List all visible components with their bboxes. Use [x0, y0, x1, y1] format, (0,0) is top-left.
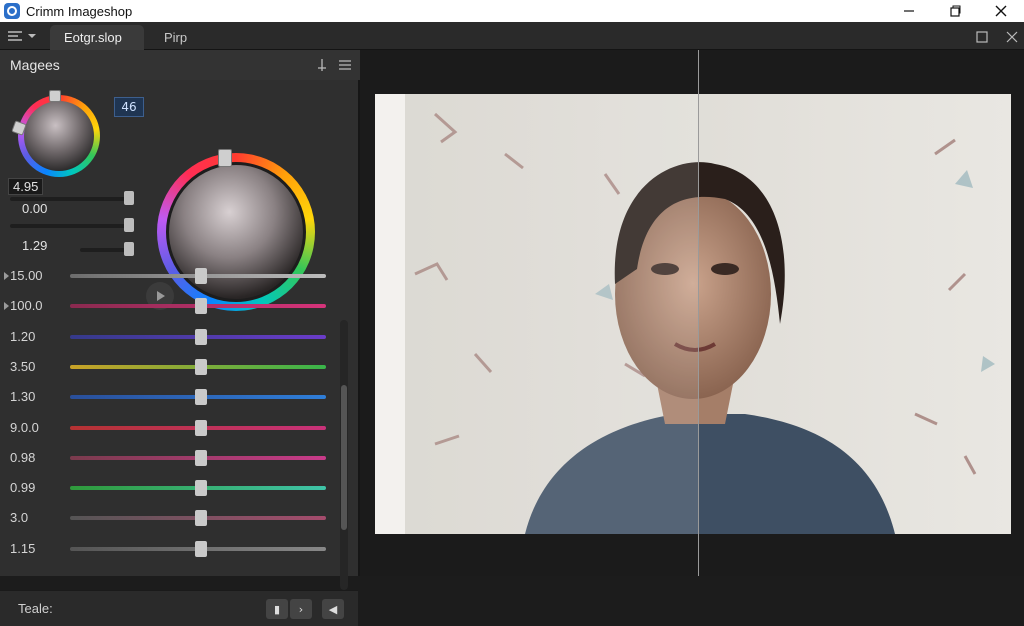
slider-thumb[interactable] [194, 540, 207, 557]
slider-thumb[interactable] [194, 328, 207, 345]
adjustment-slider[interactable] [70, 268, 326, 284]
slider-thumb[interactable] [194, 389, 207, 406]
app-title: Crimm Imageshop [26, 3, 133, 19]
adjustment-slider[interactable] [70, 449, 326, 466]
tab-eotgr[interactable]: Eotgr.slop [50, 25, 144, 50]
large-wheel-handle[interactable] [218, 149, 232, 167]
slider-row-label: 0.98 [10, 449, 36, 465]
slider-thumb[interactable] [194, 480, 207, 497]
panel-header: Magees [0, 50, 360, 80]
footer-next-button[interactable]: › [290, 599, 312, 619]
tab-close-icon[interactable] [1006, 28, 1018, 47]
restore-icon[interactable] [976, 28, 988, 47]
adjustment-slider[interactable] [70, 328, 326, 345]
slider-row-label: 1.20 [10, 328, 36, 344]
title-bar: Crimm Imageshop [0, 0, 1024, 22]
slider-row-label: 1.30 [10, 389, 36, 405]
adjustment-slider[interactable] [70, 510, 326, 527]
slider-thumb[interactable] [194, 449, 207, 466]
top-value-field[interactable]: 4.95 [8, 178, 44, 195]
tab-label: Eotgr.slop [64, 30, 122, 45]
before-after-divider[interactable] [698, 50, 699, 576]
slider-row-label: 0.99 [10, 480, 36, 496]
panel-footer: Teale: ▮ › ◀ [0, 590, 358, 626]
slider-thumb[interactable] [194, 358, 207, 375]
app-icon [4, 3, 20, 19]
slider-thumb[interactable] [194, 510, 207, 527]
footer-label: Teale: [18, 601, 53, 616]
expand-caret-icon[interactable] [4, 272, 9, 280]
slider-row-label: 100.0 [10, 298, 43, 314]
tab-label: Pirp [164, 30, 188, 45]
top-slider-3[interactable] [80, 242, 134, 256]
expand-caret-icon[interactable] [4, 302, 9, 311]
adjustment-slider[interactable] [70, 298, 326, 315]
footer-sound-button[interactable]: ◀ [322, 599, 344, 619]
small-color-wheel[interactable] [11, 90, 100, 177]
close-icon[interactable] [978, 0, 1024, 22]
top-value-2: 0.00 [22, 201, 48, 216]
slider-row-label: 3.0 [10, 510, 29, 526]
canvas-area[interactable] [360, 50, 1024, 576]
slider-row-label: 1.15 [10, 540, 36, 556]
list-icon[interactable] [338, 57, 352, 76]
adjustment-slider[interactable] [70, 358, 326, 375]
tab-pirp[interactable]: Pirp [150, 25, 201, 50]
adjustment-slider[interactable] [70, 540, 326, 557]
pin-icon[interactable] [316, 57, 328, 76]
slider-thumb[interactable] [194, 298, 207, 315]
slider-thumb[interactable] [194, 268, 207, 284]
footer-prev-button[interactable]: ▮ [266, 599, 288, 619]
slider-thumb[interactable] [194, 419, 207, 436]
slider-row-label: 15.00 [10, 268, 43, 283]
menu-icon[interactable] [6, 28, 44, 44]
maximize-icon[interactable] [932, 0, 978, 22]
minimize-icon[interactable] [886, 0, 932, 22]
slider-row-label: 9.0.0 [10, 419, 39, 435]
panel-title: Magees [10, 57, 60, 73]
tab-bar: Eotgr.slop Pirp [0, 22, 1024, 50]
portrait-photo[interactable] [375, 94, 1011, 534]
adjustment-slider[interactable] [70, 389, 326, 406]
large-color-wheel[interactable] [157, 149, 315, 311]
panel-scrollbar[interactable] [340, 320, 348, 590]
slider-row-label: 3.50 [10, 358, 36, 374]
adjustment-slider[interactable] [70, 419, 326, 436]
adjustment-slider[interactable] [70, 480, 326, 497]
top-slider-2[interactable] [10, 218, 134, 232]
top-value-3: 1.29 [22, 238, 48, 253]
adjustments-panel: Magees 46 4.95 0.00 1.29 15.00 100.0 1.20 3… [0, 50, 360, 626]
play-icon [157, 291, 165, 301]
small-wheel-handle[interactable] [49, 90, 61, 102]
value-badge: 46 [114, 97, 144, 117]
